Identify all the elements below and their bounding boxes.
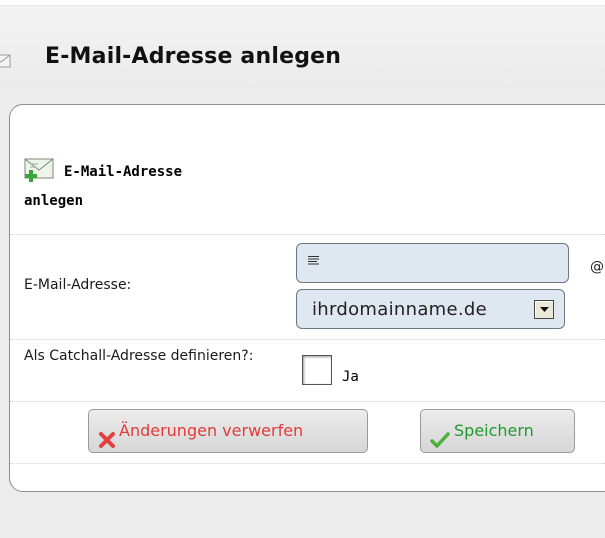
page-title: E-Mail-Adresse anlegen: [45, 44, 342, 69]
close-icon: [98, 423, 116, 448]
save-button-label: Speichern: [454, 421, 534, 440]
text-lines-icon: [307, 252, 321, 265]
row-divider: [10, 401, 605, 402]
email-label: E-Mail-Adresse:: [24, 277, 132, 293]
catchall-checkbox[interactable]: [302, 355, 332, 385]
envelope-icon: [0, 53, 12, 69]
checkmark-icon: [430, 423, 450, 448]
row-divider: [10, 339, 605, 340]
domain-select-value: ihrdomainname.de: [312, 299, 487, 320]
form-title: E-Mail-Adresse anlegen: [24, 164, 183, 209]
email-input[interactable]: [296, 243, 569, 283]
save-button[interactable]: Speichern: [420, 409, 575, 453]
chevron-down-icon[interactable]: [534, 300, 554, 319]
domain-select[interactable]: ihrdomainname.de: [296, 289, 565, 329]
row-divider: [10, 463, 605, 464]
catchall-label: Als Catchall-Adresse definieren?:: [24, 348, 254, 364]
at-sign: @: [590, 259, 604, 275]
discard-button[interactable]: Änderungen verwerfen: [88, 409, 368, 453]
page-header: E-Mail-Adresse anlegen: [0, 6, 605, 88]
discard-button-label: Änderungen verwerfen: [119, 421, 304, 440]
row-divider: [10, 234, 605, 235]
catchall-option-label: Ja: [342, 369, 359, 385]
